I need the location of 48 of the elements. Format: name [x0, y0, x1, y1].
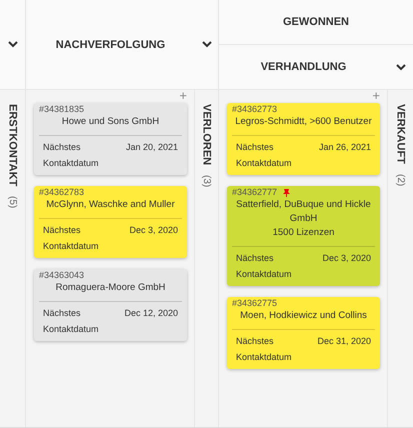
card-count: (5): [7, 196, 18, 209]
next-label: Nächstes: [236, 252, 274, 265]
contact-label: Kontaktdatum: [42, 157, 100, 170]
column-title[interactable]: VERKAUFT: [394, 104, 406, 164]
next-label: Nächstes: [43, 307, 81, 320]
date-text: Dec 12, 2020: [124, 307, 178, 320]
deal-number: #34362783: [39, 187, 84, 198]
next-label: Nächstes: [236, 141, 274, 154]
next-label: Nächstes: [43, 224, 81, 237]
chevron-down-icon[interactable]: [202, 41, 212, 48]
card-count: (2): [395, 174, 406, 186]
date-text: Dec 31, 2020: [317, 335, 371, 348]
group-title: GEWONNEN: [283, 16, 349, 28]
deal-number: #34363043: [39, 270, 84, 281]
date-text: Dec 3, 2020: [322, 252, 371, 265]
date-text: Dec 3, 2020: [129, 224, 178, 237]
deal-number: #34362775: [232, 298, 278, 309]
deal-card[interactable]: #34362777 Satterfield, DuBuque und Hickle GmbH 1500 Lizenzen Nächstes Dec 3, 2020 Kontaktdatum: [227, 186, 380, 286]
chevron-down-icon[interactable]: [396, 64, 406, 70]
card-count: (3): [201, 175, 212, 188]
deal-title: Romaguera-Moore GmbH: [54, 281, 166, 295]
deal-number: #34362773: [232, 104, 278, 115]
chevron-down-icon[interactable]: [8, 41, 18, 48]
deal-title: McGlynn, Waschke and Muller: [45, 198, 176, 212]
contact-label: Kontaktdatum: [235, 351, 293, 364]
date-text: Jan 20, 2021: [126, 141, 178, 154]
contact-label: Kontaktdatum: [42, 323, 100, 336]
deal-number: #34362777: [232, 187, 278, 198]
deal-title: Legros-Schmidtt, >600 Benutzer: [234, 115, 373, 129]
deal-card[interactable]: #34363043 Romaguera-Moore GmbH Nächstes Dec 12, 2020 Kontaktdatum: [34, 269, 187, 341]
column-title: NACHVERFOLGUNG: [56, 38, 166, 50]
deal-card[interactable]: #34362773 Legros-Schmidtt, >600 Benutzer Nächstes Jan 26, 2021 Kontaktdatum: [227, 103, 380, 175]
contact-label: Kontaktdatum: [235, 268, 293, 281]
deal-title: Satterfield, DuBuque und Hickle GmbH 1500 Lizenzen: [235, 198, 372, 240]
deal-card[interactable]: #34381835 Howe und Sons GmbH Nächstes Jan 20, 2021 Kontaktdatum: [34, 103, 187, 175]
deal-card[interactable]: #34362783 McGlynn, Waschke and Muller Nächstes Dec 3, 2020 Kontaktdatum: [34, 186, 187, 258]
contact-label: Kontaktdatum: [235, 157, 293, 170]
deal-title: Howe und Sons GmbH: [60, 115, 160, 129]
column-title[interactable]: VERLOREN: [200, 104, 212, 166]
next-label: Nächstes: [236, 335, 274, 348]
deal-number: #34381835: [39, 104, 84, 115]
deal-card[interactable]: #34362775 Moen, Hodkiewicz und Collins Nächstes Dec 31, 2020 Kontaktdatum: [227, 297, 380, 369]
contact-label: Kontaktdatum: [42, 240, 100, 253]
column-title[interactable]: ERSTKONTAKT: [6, 104, 18, 186]
date-text: Jan 26, 2021: [318, 141, 371, 154]
next-label: Nächstes: [43, 141, 81, 154]
column-title: VERHANDLUNG: [260, 61, 346, 73]
deal-title: Moen, Hodkiewicz und Collins: [239, 309, 368, 323]
